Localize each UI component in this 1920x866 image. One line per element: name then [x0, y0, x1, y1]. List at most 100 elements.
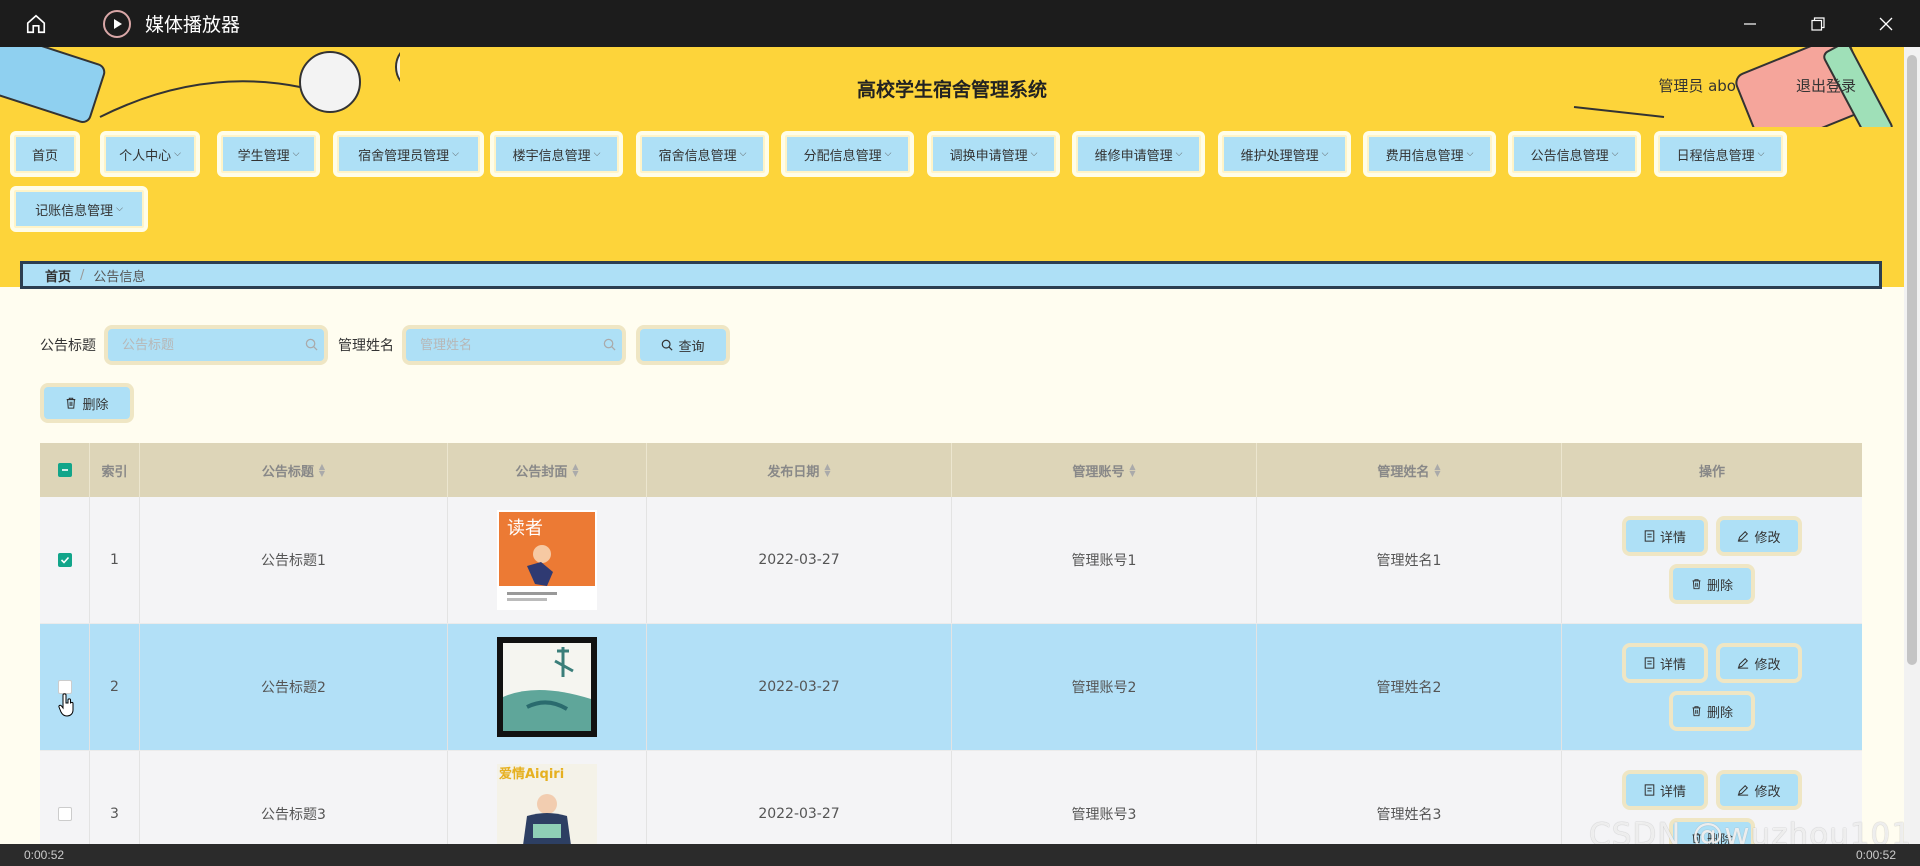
cover-image: 读者: [497, 510, 597, 610]
nav-item-6[interactable]: 分配信息管理 ⌵: [781, 131, 914, 177]
col-date[interactable]: 发布日期 ▲ ▼: [647, 443, 952, 497]
sort-icon[interactable]: ▲ ▼: [572, 463, 578, 478]
row-checkbox[interactable]: [57, 807, 72, 821]
nav-item-label: 维护处理管理: [1240, 148, 1319, 164]
table-row[interactable]: 2 公告标题2 2022-03-27 管理账号2 管理姓名2 详情 修改 删除: [40, 624, 1862, 751]
nav-item-9[interactable]: 维护处理管理 ⌵: [1218, 131, 1351, 177]
sort-icon[interactable]: ▲ ▼: [319, 463, 325, 478]
nav-item-0[interactable]: 首页: [10, 131, 80, 177]
edit-icon: [1738, 530, 1749, 542]
select-all-checkbox[interactable]: [57, 463, 72, 477]
window-titlebar: 媒体播放器: [0, 0, 1920, 47]
nav-item-13[interactable]: 记账信息管理 ⌵: [10, 186, 148, 232]
edit-button[interactable]: 修改: [1716, 643, 1802, 683]
chevron-down-icon: ⌵: [593, 149, 601, 159]
cell-name: 管理姓名3: [1257, 751, 1562, 844]
nav-item-3[interactable]: 宿舍管理员管理 ⌵: [333, 131, 484, 177]
batch-delete-button[interactable]: 删除: [40, 383, 134, 423]
table-header: 索引 公告标题 ▲ ▼ 公告封面 ▲ ▼ 发布日期 ▲ ▼ 管理账号 ▲ ▼ 管理姓名 ▲ ▼ 操作: [40, 443, 1862, 497]
nav-item-1[interactable]: 个人中心 ⌵: [100, 131, 200, 177]
edit-button[interactable]: 修改: [1716, 770, 1802, 810]
name-search-label: 管理姓名: [338, 338, 394, 354]
breadcrumb-current: 公告信息: [93, 269, 146, 285]
media-player-controls: 0:00:52 0:00:52: [0, 844, 1920, 866]
cell-date: 2022-03-27: [647, 624, 952, 750]
title-search-wrapper: [104, 325, 328, 365]
cover-image: 爱情Aiqiri: [497, 764, 597, 844]
chevron-down-icon: ⌵: [739, 149, 747, 159]
col-name[interactable]: 管理姓名 ▲ ▼: [1257, 443, 1562, 497]
nav-item-10[interactable]: 费用信息管理 ⌵: [1363, 131, 1496, 177]
delete-button[interactable]: 删除: [1669, 564, 1755, 604]
cell-name: 管理姓名2: [1257, 624, 1562, 750]
sort-icon[interactable]: ▲ ▼: [824, 463, 830, 478]
chevron-down-icon: ⌵: [1757, 149, 1765, 159]
detail-button[interactable]: 详情: [1622, 516, 1708, 556]
edit-icon: [1738, 784, 1749, 796]
row-checkbox[interactable]: [57, 553, 72, 567]
nav-item-12[interactable]: 日程信息管理 ⌵: [1654, 131, 1787, 177]
home-icon[interactable]: [19, 7, 53, 41]
site-header: 高校学生宿舍管理系统 管理员 abo 退出登录: [0, 47, 1904, 127]
nav-item-5[interactable]: 宿舍信息管理 ⌵: [636, 131, 769, 177]
delete-button-label: 删除: [1706, 705, 1733, 721]
scrollbar-thumb[interactable]: [1907, 55, 1917, 665]
chevron-down-icon: ⌵: [1321, 149, 1329, 159]
col-account-label: 管理账号: [1072, 464, 1125, 480]
restore-button[interactable]: [1784, 0, 1852, 47]
search-form: 公告标题 管理姓名 查询: [40, 323, 730, 367]
nav-item-11[interactable]: 公告信息管理 ⌵: [1508, 131, 1641, 177]
nav-item-label: 宿舍管理员管理: [358, 148, 450, 164]
col-cover[interactable]: 公告封面 ▲ ▼: [448, 443, 647, 497]
cell-index: 2: [90, 624, 140, 750]
nav-item-7[interactable]: 调换申请管理 ⌵: [927, 131, 1060, 177]
col-date-label: 发布日期: [767, 464, 820, 480]
delete-button[interactable]: 删除: [1669, 691, 1755, 731]
edit-button-label: 修改: [1754, 530, 1781, 546]
col-account[interactable]: 管理账号 ▲ ▼: [952, 443, 1257, 497]
edit-button[interactable]: 修改: [1716, 516, 1802, 556]
document-icon: [1644, 530, 1655, 542]
logout-link[interactable]: 退出登录: [1796, 75, 1856, 96]
nav-item-label: 维修申请管理: [1094, 148, 1173, 164]
sort-icon[interactable]: ▲ ▼: [1129, 463, 1135, 478]
name-search-input[interactable]: [406, 329, 622, 361]
minimize-button[interactable]: [1716, 0, 1784, 47]
chevron-down-icon: ⌵: [116, 204, 123, 214]
nav-item-8[interactable]: 维修申请管理 ⌵: [1072, 131, 1205, 177]
close-button[interactable]: [1852, 0, 1920, 47]
detail-button-label: 详情: [1659, 784, 1686, 800]
nav-item-label: 个人中心: [119, 148, 172, 164]
nav-item-label: 公告信息管理: [1530, 148, 1609, 164]
sort-icon[interactable]: ▲ ▼: [1434, 463, 1440, 478]
breadcrumb-separator: /: [80, 267, 85, 283]
breadcrumb-home[interactable]: 首页: [45, 266, 71, 285]
row-checkbox[interactable]: [57, 680, 72, 694]
nav-item-label: 楼宇信息管理: [512, 148, 591, 164]
document-icon: [1644, 657, 1655, 669]
search-icon: [603, 338, 616, 351]
search-icon: [305, 338, 318, 351]
nav-item-label: 学生管理: [237, 148, 290, 164]
edit-button-label: 修改: [1754, 784, 1781, 800]
detail-button[interactable]: 详情: [1622, 770, 1708, 810]
system-title: 高校学生宿舍管理系统: [856, 79, 1047, 101]
table-row[interactable]: 1 公告标题1 读者 2022-03-27 管理账号1 管理姓名1 详情 修改 删除: [40, 497, 1862, 624]
search-icon: [662, 339, 674, 351]
chevron-down-icon: ⌵: [1030, 149, 1038, 159]
cell-title: 公告标题3: [140, 751, 448, 844]
detail-button[interactable]: 详情: [1622, 643, 1708, 683]
title-search-input[interactable]: [108, 329, 324, 361]
query-button[interactable]: 查询: [636, 325, 730, 365]
vertical-scrollbar[interactable]: [1904, 47, 1920, 844]
nav-item-2[interactable]: 学生管理 ⌵: [217, 131, 320, 177]
detail-button-label: 详情: [1659, 530, 1686, 546]
nav-item-4[interactable]: 楼宇信息管理 ⌵: [490, 131, 623, 177]
cell-title: 公告标题1: [140, 497, 448, 623]
cell-name: 管理姓名1: [1257, 497, 1562, 623]
col-title[interactable]: 公告标题 ▲ ▼: [140, 443, 448, 497]
nav-item-label: 费用信息管理: [1385, 148, 1464, 164]
chevron-down-icon: ⌵: [452, 149, 459, 159]
title-search-label: 公告标题: [40, 338, 96, 354]
media-player-app-icon: [103, 9, 131, 38]
